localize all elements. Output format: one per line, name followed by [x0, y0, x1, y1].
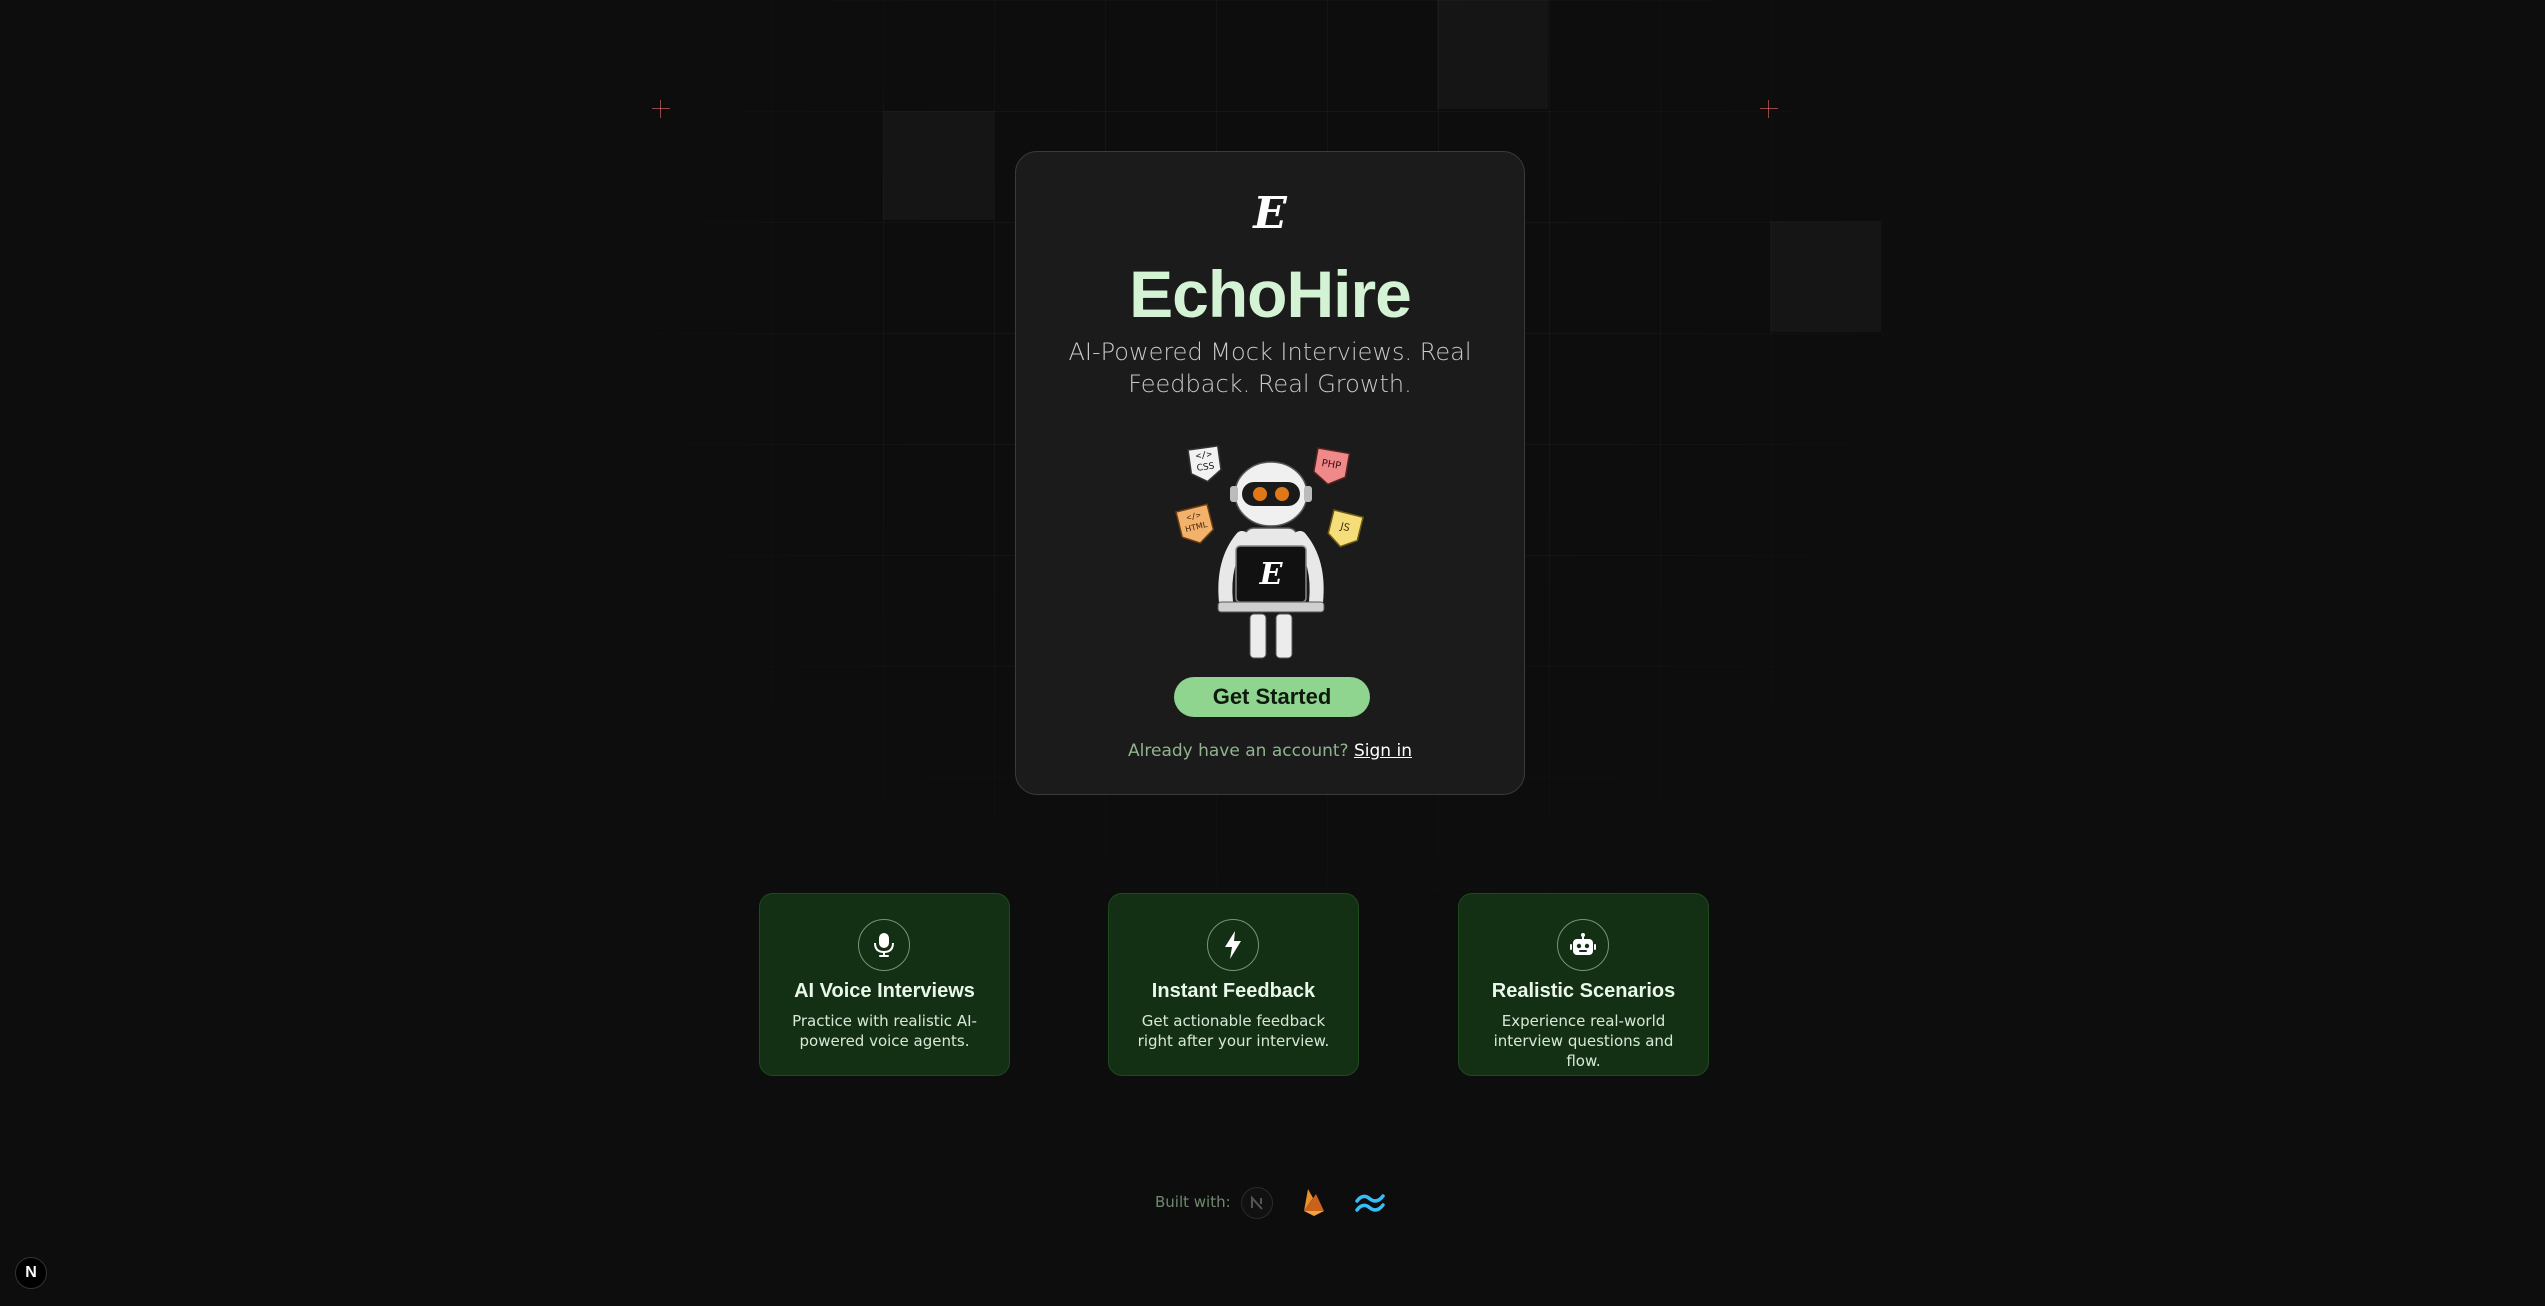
background-tile	[883, 111, 994, 220]
signin-row: Already have an account? Sign in	[1016, 741, 1524, 761]
feature-card-voice: AI Voice Interviews Practice with realis…	[759, 893, 1010, 1076]
get-started-button[interactable]: Get Started	[1174, 677, 1370, 717]
feature-description: Practice with realistic AI-powered voice…	[792, 1012, 977, 1050]
robot-icon	[1557, 919, 1609, 971]
background-tile	[1437, 0, 1548, 109]
feature-title: AI Voice Interviews	[794, 980, 975, 1002]
signin-prompt: Already have an account?	[1128, 741, 1349, 761]
nextjs-icon	[1241, 1187, 1273, 1219]
firebase-icon	[1302, 1187, 1326, 1217]
robot-illustration: </> CSS PHP </> HTML JS E	[1166, 442, 1376, 662]
hero-card: E EchoHire AI-Powered Mock Interviews. R…	[1015, 151, 1525, 795]
background-tile	[1770, 221, 1881, 332]
feature-description: Get actionable feedback right after your…	[1137, 1012, 1330, 1050]
built-with-label: Built with:	[1155, 1193, 1231, 1211]
css-tag: </> CSS	[1187, 444, 1222, 483]
dev-indicator-button[interactable]: N	[15, 1257, 47, 1289]
grid-crosshair	[1760, 100, 1778, 118]
robot-with-laptop-icon: </> CSS PHP </> HTML JS E	[1175, 444, 1365, 659]
signin-link[interactable]: Sign in	[1354, 741, 1412, 761]
js-tag: JS	[1327, 509, 1365, 548]
page-title: EchoHire	[1129, 257, 1412, 331]
feature-card-feedback: Instant Feedback Get actionable feedback…	[1108, 893, 1359, 1076]
feature-description: Experience real-world interview question…	[1493, 1012, 1674, 1070]
php-tag: PHP	[1313, 447, 1351, 486]
html-tag: </> HTML	[1175, 503, 1215, 544]
laptop-logo: E	[1259, 557, 1284, 592]
tailwind-icon	[1355, 1193, 1385, 1213]
feature-title: Realistic Scenarios	[1491, 980, 1676, 1002]
tagline: AI-Powered Mock Interviews. Real Feedbac…	[1068, 338, 1472, 398]
microphone-icon	[858, 919, 910, 971]
lightning-icon	[1207, 919, 1259, 971]
feature-title: Instant Feedback	[1151, 980, 1316, 1002]
feature-card-scenarios: Realistic Scenarios Experience real-worl…	[1458, 893, 1709, 1076]
brand-logo: E	[1253, 188, 1287, 239]
grid-crosshair	[652, 100, 670, 118]
